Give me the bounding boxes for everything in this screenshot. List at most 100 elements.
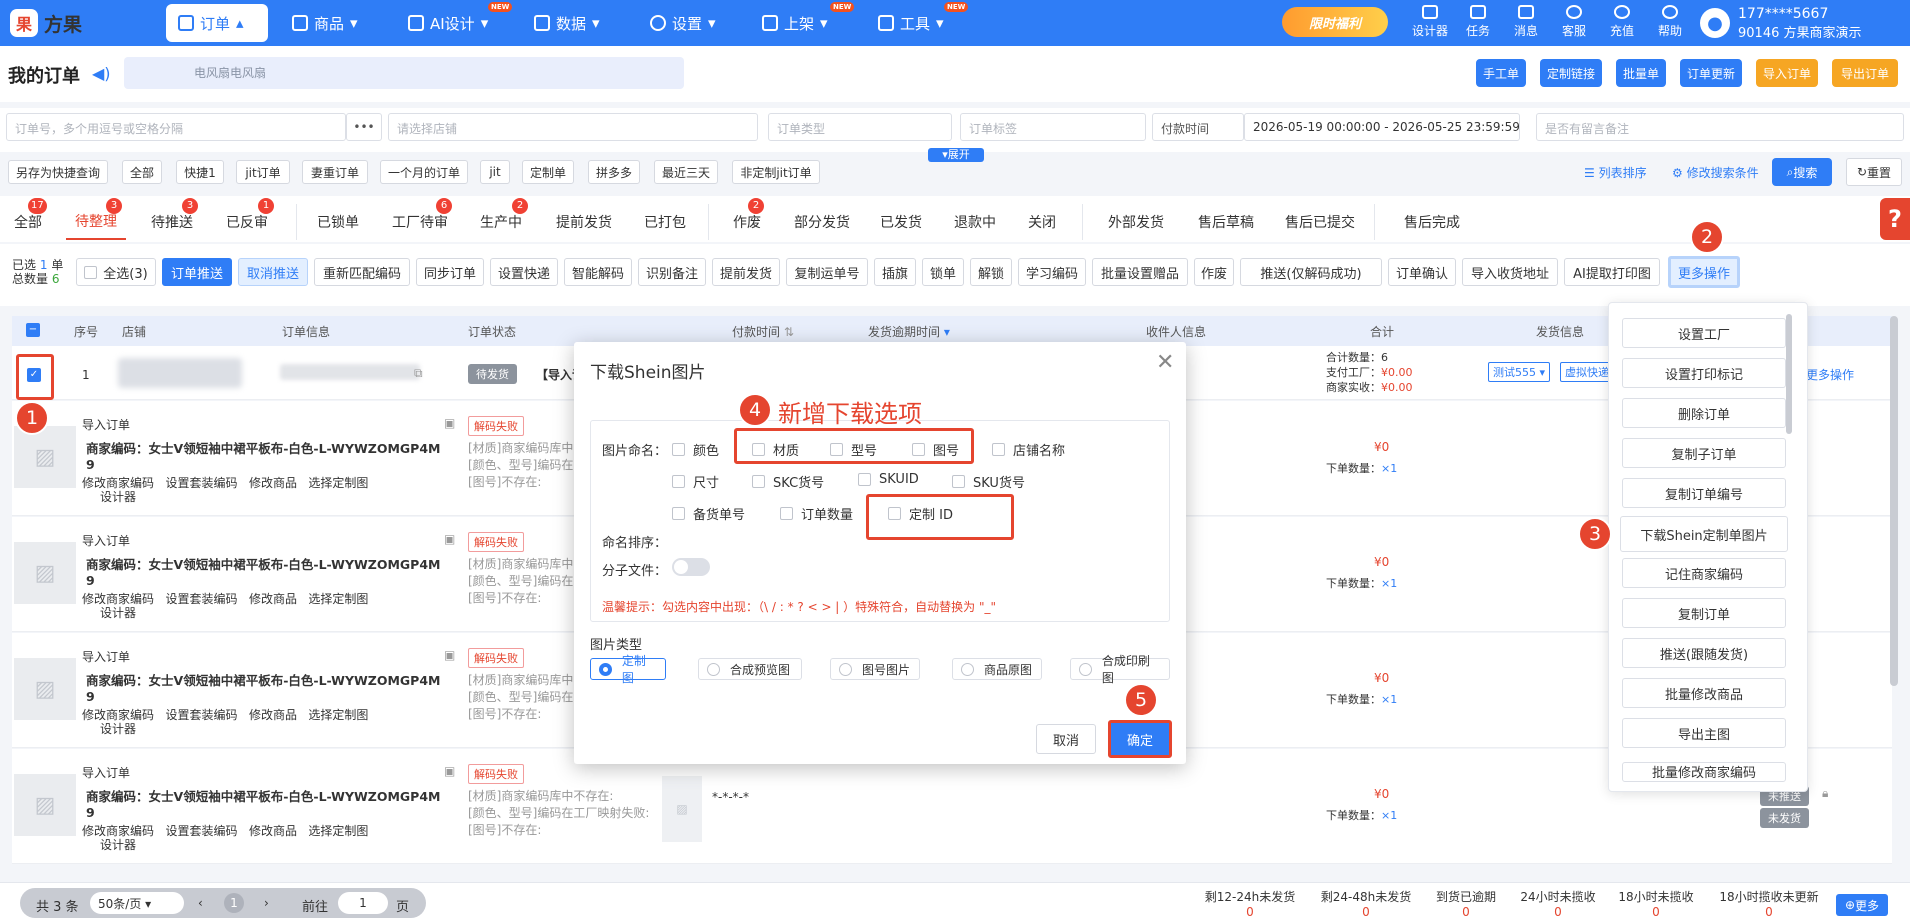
nav-ai-design[interactable]: AI设计 ▾ NEW	[396, 2, 513, 42]
checkbox[interactable]	[780, 507, 793, 520]
menu-batch-edit-code[interactable]: 批量修改商家编码	[1622, 762, 1786, 782]
quick-non-custom-jit[interactable]: 非定制jit订单	[732, 160, 820, 184]
ai-extract-print-button[interactable]: AI提取打印图	[1564, 258, 1660, 286]
nav-goods[interactable]: 商品 ▾	[280, 4, 370, 42]
edit-goods-link[interactable]: 修改商品	[249, 592, 297, 606]
opt-size[interactable]: 尺寸	[672, 472, 719, 491]
select-all-button[interactable]: 全选(3)	[76, 258, 156, 286]
designer-link[interactable]: 设计器	[100, 488, 136, 505]
nav-listing[interactable]: 上架 ▾ NEW	[750, 2, 855, 42]
custom-link-button[interactable]: 定制链接	[1540, 59, 1602, 87]
menu-copy-order-no[interactable]: 复制订单编号	[1622, 478, 1786, 508]
expand-filters-button[interactable]: ▾展开	[928, 148, 984, 162]
designer-link[interactable]: 设计器	[100, 604, 136, 621]
tab-refunding[interactable]: 退款中	[946, 204, 1004, 240]
product-thumbnail[interactable]: ▨	[14, 658, 76, 720]
checkbox[interactable]	[752, 475, 765, 488]
tab-partial-ship[interactable]: 部分发货	[786, 204, 858, 240]
product-thumbnail[interactable]: ▨	[14, 542, 76, 604]
set-bundle-link[interactable]: 设置套装编码	[165, 708, 237, 722]
page-size-select[interactable]: 50条/页 ▾	[90, 892, 184, 914]
menu-remember-code[interactable]: 记住商家编码	[1622, 558, 1786, 588]
stat-12-24h[interactable]: 剩12-24h未发货 0	[1200, 888, 1300, 919]
close-icon[interactable]: ✕	[1156, 350, 1174, 375]
list-sort-link[interactable]: ☰ 列表排序	[1584, 164, 1647, 181]
current-page[interactable]: 1	[224, 893, 244, 913]
app-logo[interactable]: 果 方果	[10, 6, 120, 40]
quick-jit[interactable]: jit订单	[236, 160, 290, 184]
tab-shipped[interactable]: 已发货	[872, 204, 930, 240]
radio[interactable]	[707, 662, 720, 676]
set-bundle-link[interactable]: 设置套装编码	[165, 824, 237, 838]
quick-all[interactable]: 全部	[122, 160, 162, 184]
smart-decode-button[interactable]: 智能解码	[564, 258, 632, 286]
radio[interactable]	[1079, 662, 1092, 676]
tool-service[interactable]: 客服	[1554, 5, 1594, 39]
flag-button[interactable]: 插旗	[874, 258, 916, 286]
next-page-icon[interactable]: ›	[264, 896, 269, 910]
collapse-icon[interactable]: ▣	[444, 416, 455, 430]
opt-shop-name[interactable]: 店铺名称	[992, 440, 1065, 459]
tab-to-organize[interactable]: 待整理 3	[66, 198, 126, 240]
tab-reversed[interactable]: 已反审 1	[218, 198, 276, 240]
help-side-tab[interactable]: ?	[1880, 198, 1910, 240]
update-orders-button[interactable]: 订单更新	[1680, 59, 1742, 87]
tab-early-ship[interactable]: 提前发货	[548, 204, 620, 240]
designer-link[interactable]: 设计器	[100, 720, 136, 737]
tab-aftersale-draft[interactable]: 售后草稿	[1186, 204, 1266, 240]
designer-link[interactable]: 设计器	[100, 836, 136, 853]
opt-color[interactable]: 颜色	[672, 440, 719, 459]
more-input-button[interactable]: •••	[346, 113, 382, 141]
tab-void[interactable]: 作废 2	[722, 198, 772, 240]
order-type-select[interactable]: 订单类型	[768, 113, 952, 141]
type-figure-image[interactable]: 图号图片	[830, 658, 920, 680]
set-bundle-link[interactable]: 设置套装编码	[165, 592, 237, 606]
radio[interactable]	[961, 662, 974, 676]
tab-aftersale-done[interactable]: 售后完成	[1388, 204, 1476, 240]
tab-packed[interactable]: 已打包	[636, 204, 694, 240]
void-button[interactable]: 作废	[1194, 258, 1234, 286]
quick-three-days[interactable]: 最近三天	[654, 160, 718, 184]
batch-gift-button[interactable]: 批量设置赠品	[1092, 258, 1188, 286]
tab-to-push[interactable]: 待推送 3	[144, 198, 200, 240]
checkbox[interactable]	[672, 507, 685, 520]
opt-order-qty[interactable]: 订单数量	[780, 504, 853, 523]
tab-external-ship[interactable]: 外部发货	[1096, 204, 1176, 240]
more-actions-button[interactable]: 更多操作	[1668, 256, 1740, 288]
tab-locked[interactable]: 已锁单	[310, 204, 366, 240]
nav-orders[interactable]: 订单 ▴	[166, 4, 268, 42]
stat-overdue[interactable]: 到货已逾期 0	[1416, 888, 1516, 919]
sync-orders-button[interactable]: 同步订单	[416, 258, 484, 286]
import-orders-button[interactable]: 导入订单	[1756, 59, 1818, 87]
subfolder-toggle[interactable]	[672, 558, 710, 576]
col-pay-time[interactable]: 付款时间 ⇅	[732, 323, 794, 340]
tab-aftersale-submitted[interactable]: 售后已提交	[1276, 204, 1364, 240]
tool-messages[interactable]: 消息	[1506, 5, 1546, 39]
order-tag-select[interactable]: 订单标签	[960, 113, 1146, 141]
tool-tasks[interactable]: 任务	[1458, 5, 1498, 39]
radio[interactable]	[839, 662, 852, 676]
opt-sku[interactable]: SKU货号	[952, 472, 1025, 491]
reset-button[interactable]: ↻ 重置	[1846, 158, 1902, 186]
import-address-button[interactable]: 导入收货地址	[1462, 258, 1558, 286]
row-more-actions[interactable]: 更多操作	[1806, 366, 1854, 383]
row-checkbox[interactable]: ✓	[27, 368, 41, 382]
cancel-push-button[interactable]: 取消推送	[238, 258, 308, 286]
menu-batch-edit-goods[interactable]: 批量修改商品	[1622, 678, 1786, 708]
tab-producing[interactable]: 生产中 2	[472, 198, 530, 240]
type-original-image[interactable]: 商品原图	[952, 658, 1042, 680]
quick-custom[interactable]: 定制单	[522, 160, 574, 184]
tab-all[interactable]: 全部 17	[8, 198, 48, 240]
search-button[interactable]: ⌕ 搜索	[1772, 158, 1832, 186]
quick-month[interactable]: 一个月的订单	[380, 160, 468, 184]
nav-settings[interactable]: 设置 ▾	[638, 4, 728, 42]
quick-jit-2[interactable]: jit	[480, 160, 510, 184]
modify-search-link[interactable]: ⚙ 修改搜索条件	[1672, 164, 1759, 181]
edit-goods-link[interactable]: 修改商品	[249, 476, 297, 490]
unlock-button[interactable]: 解锁	[970, 258, 1012, 286]
more-stats-button[interactable]: ⊕ 更多	[1836, 894, 1888, 916]
tab-closed[interactable]: 关闭	[1018, 204, 1066, 240]
date-range-picker[interactable]: 2026-05-19 00:00:00 - 2026-05-25 23:59:5…	[1244, 113, 1520, 141]
checkbox[interactable]	[672, 475, 685, 488]
nav-data[interactable]: 数据 ▾	[522, 4, 612, 42]
